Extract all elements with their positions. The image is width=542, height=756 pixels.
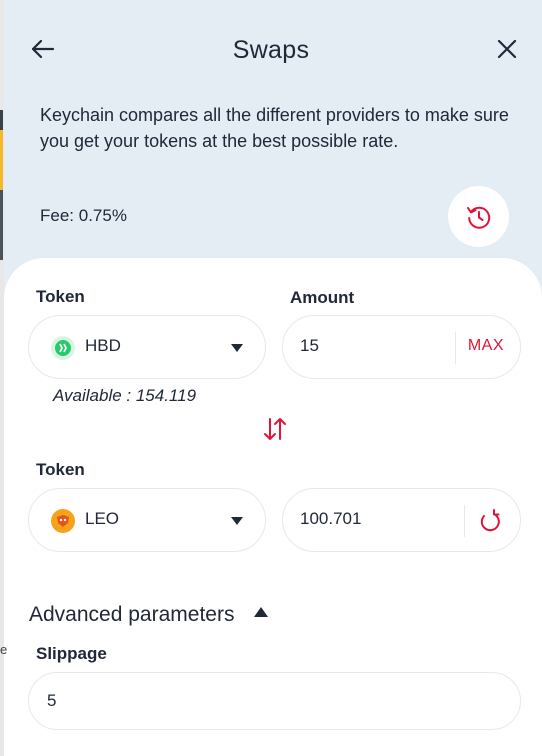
close-button[interactable]: [492, 34, 522, 64]
background-glyph: e: [0, 642, 8, 657]
page-title: Swaps: [232, 36, 310, 64]
chevron-down-icon: [231, 344, 243, 352]
chevron-up-icon[interactable]: [254, 607, 268, 617]
amount-label: Amount: [290, 288, 355, 307]
background-strip-segment: [0, 130, 3, 190]
close-icon: [497, 39, 517, 59]
leo-token-icon: [51, 509, 75, 533]
to-token-select[interactable]: LEO: [28, 488, 266, 552]
divider: [455, 332, 456, 364]
history-icon: [466, 206, 490, 229]
intro-text: Keychain compares all the different prov…: [40, 105, 509, 151]
from-token-name: HBD: [85, 336, 121, 355]
slippage-input[interactable]: 5: [28, 672, 521, 730]
to-token-name: LEO: [85, 509, 120, 528]
to-token-label: Token: [36, 460, 85, 479]
swap-arrows-icon: [264, 418, 286, 440]
max-button[interactable]: MAX: [468, 337, 504, 355]
advanced-parameters-toggle[interactable]: Advanced parameters: [29, 603, 234, 627]
history-button[interactable]: [448, 186, 509, 247]
amount-value: 15: [300, 336, 319, 355]
slippage-label: Slippage: [36, 644, 107, 663]
refresh-icon: [480, 509, 500, 532]
refresh-button[interactable]: [476, 507, 504, 535]
estimated-amount-field: 100.701: [282, 488, 521, 552]
hbd-token-icon: [51, 336, 75, 360]
from-token-label: Token: [36, 287, 85, 306]
estimated-amount-value: 100.701: [300, 509, 362, 528]
divider: [464, 505, 465, 537]
from-token-select[interactable]: HBD: [28, 315, 266, 379]
swap-direction-button[interactable]: [261, 415, 289, 443]
amount-input[interactable]: 15 MAX: [282, 315, 521, 379]
background-strip-segment: [0, 190, 3, 260]
fee-text: Fee: 0.75%: [40, 206, 127, 225]
background-strip-segment: [0, 110, 3, 130]
available-balance: Available : 154.119: [53, 386, 197, 405]
chevron-down-icon: [231, 517, 243, 525]
slippage-value: 5: [47, 691, 57, 710]
